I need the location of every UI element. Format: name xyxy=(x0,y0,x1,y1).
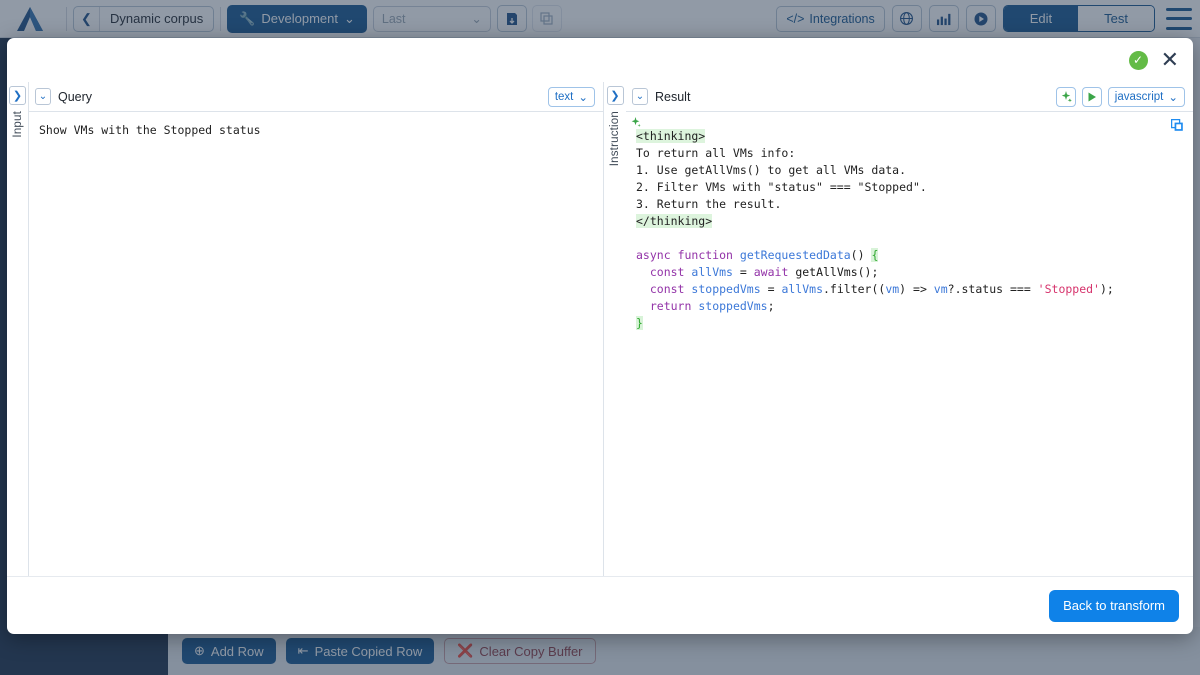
query-editor[interactable]: Show VMs with the Stopped status xyxy=(29,112,603,576)
code-token: stoppedVms xyxy=(691,282,760,296)
transform-editor-modal: ✓ ✕ ❯ Input ⌄ Query text ⌄ Show VMs with… xyxy=(7,38,1193,634)
sparkle-icon xyxy=(630,116,641,133)
code-line: 1. Use getAllVms() to get all VMs data. xyxy=(626,162,1193,179)
code-token: () xyxy=(851,248,872,262)
code-token: = xyxy=(733,265,754,279)
chevron-down-icon: ⌄ xyxy=(578,90,588,104)
collapse-query-chevron-down-icon[interactable]: ⌄ xyxy=(35,88,51,105)
code-token: vm xyxy=(934,282,948,296)
code-token xyxy=(636,265,650,279)
code-line: } xyxy=(626,315,1193,332)
code-line: async function getRequestedData() { xyxy=(626,247,1193,264)
code-token: ); xyxy=(1100,282,1114,296)
code-token: (); xyxy=(858,265,879,279)
query-format-select[interactable]: text ⌄ xyxy=(548,87,595,107)
check-circle-icon: ✓ xyxy=(1129,51,1148,70)
query-pane-header: ⌄ Query text ⌄ xyxy=(29,82,603,112)
code-line: const stoppedVms = allVms.filter((vm) =>… xyxy=(626,281,1193,298)
code-line: 3. Return the result. xyxy=(626,196,1193,213)
modal-header: ✓ ✕ xyxy=(7,38,1193,82)
result-language-value: javascript xyxy=(1115,91,1164,103)
query-format-value: text xyxy=(555,91,574,103)
result-language-select[interactable]: javascript ⌄ xyxy=(1108,87,1185,107)
code-token: </thinking> xyxy=(636,214,712,228)
collapse-result-chevron-down-icon[interactable]: ⌄ xyxy=(632,88,648,105)
copy-icon[interactable] xyxy=(1171,119,1184,137)
code-token: const xyxy=(650,265,685,279)
code-token: stoppedVms xyxy=(698,299,767,313)
code-token: 'Stopped' xyxy=(1038,282,1100,296)
query-pane: ⌄ Query text ⌄ Show VMs with the Stopped… xyxy=(29,82,604,576)
result-pane-title: Result xyxy=(655,90,690,104)
code-token: async xyxy=(636,248,671,262)
code-token: = xyxy=(761,282,782,296)
generate-button[interactable] xyxy=(1056,87,1076,107)
code-token xyxy=(671,248,678,262)
code-token: 2. Filter VMs with "status" === "Stopped… xyxy=(636,180,927,194)
code-line: To return all VMs info: xyxy=(626,145,1193,162)
result-pane: ⌄ Result javascript xyxy=(626,82,1193,576)
play-triangle-icon xyxy=(1086,91,1098,103)
code-line: const allVms = await getAllVms(); xyxy=(626,264,1193,281)
code-token: } xyxy=(636,316,643,330)
result-pane-actions: javascript ⌄ xyxy=(1056,87,1185,107)
code-token: .filter(( xyxy=(823,282,885,296)
code-line: </thinking> xyxy=(626,213,1193,230)
code-token: await xyxy=(754,265,789,279)
code-token: vm xyxy=(885,282,899,296)
sparkle-icon xyxy=(1060,91,1072,103)
code-token: { xyxy=(871,248,878,262)
code-token: To return all VMs info: xyxy=(636,146,795,160)
close-icon[interactable]: ✕ xyxy=(1161,49,1179,71)
result-code-body: <thinking> To return all VMs info: 1. Use … xyxy=(626,122,1193,332)
code-line: 2. Filter VMs with "status" === "Stopped… xyxy=(626,179,1193,196)
input-strip-label: Input xyxy=(12,111,24,138)
input-side-strip: ❯ Input xyxy=(7,82,29,576)
code-token: getRequestedData xyxy=(740,248,851,262)
result-code-editor[interactable]: <thinking> To return all VMs info: 1. Use … xyxy=(626,112,1193,576)
code-token xyxy=(636,282,650,296)
code-token xyxy=(733,248,740,262)
code-token: <thinking> xyxy=(636,129,705,143)
code-line: return stoppedVms; xyxy=(626,298,1193,315)
code-token: ) => xyxy=(899,282,934,296)
modal-footer: Back to transform xyxy=(7,576,1193,634)
code-token xyxy=(636,299,650,313)
code-token: function xyxy=(678,248,733,262)
code-token: 1. Use getAllVms() to get all VMs data. xyxy=(636,163,906,177)
code-token: allVms xyxy=(691,265,733,279)
query-text: Show VMs with the Stopped status xyxy=(29,122,603,139)
back-to-transform-button[interactable]: Back to transform xyxy=(1049,590,1179,622)
code-token: ?.status === xyxy=(948,282,1038,296)
expand-instruction-chevron-right-icon[interactable]: ❯ xyxy=(607,86,624,105)
query-pane-actions: text ⌄ xyxy=(548,87,595,107)
code-token: return xyxy=(650,299,692,313)
query-pane-title: Query xyxy=(58,90,92,104)
code-token: ; xyxy=(768,299,775,313)
instruction-strip-label: Instruction xyxy=(609,111,621,166)
result-pane-header: ⌄ Result javascript xyxy=(626,82,1193,112)
code-line xyxy=(626,230,1193,247)
code-token: 3. Return the result. xyxy=(636,197,781,211)
instruction-side-strip: ❯ Instruction xyxy=(604,82,626,576)
expand-input-chevron-right-icon[interactable]: ❯ xyxy=(9,86,26,105)
code-token: getAllVms xyxy=(795,265,857,279)
chevron-down-icon: ⌄ xyxy=(1168,90,1178,104)
code-token: allVms xyxy=(781,282,823,296)
run-result-button[interactable] xyxy=(1082,87,1102,107)
modal-body: ❯ Input ⌄ Query text ⌄ Show VMs with the… xyxy=(7,82,1193,576)
code-token: const xyxy=(650,282,685,296)
code-line: <thinking> xyxy=(626,128,1193,145)
